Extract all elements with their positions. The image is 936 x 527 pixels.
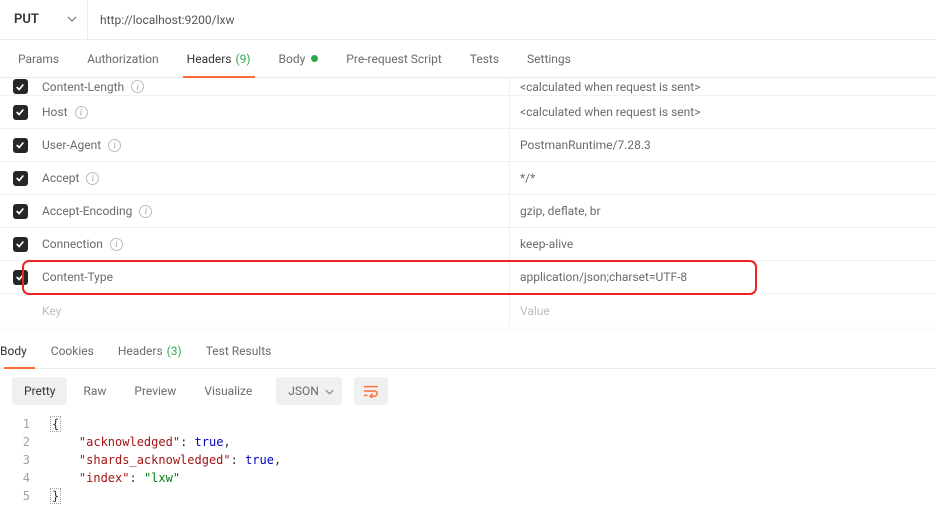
resp-tab-cookies[interactable]: Cookies	[39, 333, 106, 368]
info-icon: i	[139, 205, 152, 218]
method-select[interactable]: PUT	[0, 0, 88, 39]
response-view-bar: Pretty Raw Preview Visualize JSON	[0, 369, 936, 413]
view-raw[interactable]: Raw	[71, 377, 118, 405]
header-row[interactable]: Accept-Encoding i gzip, deflate, br	[0, 195, 936, 228]
header-value: PostmanRuntime/7.28.3	[520, 138, 651, 152]
header-key: Accept-Encoding	[42, 204, 132, 218]
tab-body[interactable]: Body	[265, 40, 333, 77]
chevron-down-icon	[67, 14, 77, 25]
info-icon: i	[75, 106, 88, 119]
header-key-placeholder: Key	[42, 304, 61, 318]
line-number: 4	[0, 471, 44, 485]
brace: }	[50, 488, 61, 504]
wrap-lines-button[interactable]	[354, 377, 388, 405]
header-key: Accept	[42, 171, 79, 185]
view-preview[interactable]: Preview	[122, 377, 188, 405]
resp-headers-count: (3)	[167, 344, 182, 358]
header-key: Connection	[42, 237, 103, 251]
tab-settings[interactable]: Settings	[513, 40, 585, 77]
info-icon: i	[86, 172, 99, 185]
resp-tab-body[interactable]: Body	[0, 333, 39, 368]
json-value: true	[245, 453, 274, 467]
view-visualize[interactable]: Visualize	[192, 377, 264, 405]
json-key: "index"	[79, 471, 130, 485]
format-label: JSON	[288, 384, 319, 398]
method-label: PUT	[14, 12, 39, 27]
format-select[interactable]: JSON	[276, 377, 342, 405]
response-body[interactable]: 1 { 2 "acknowledged": true, 3 "shards_ac…	[0, 413, 936, 517]
line-number: 2	[0, 435, 44, 449]
brace: {	[50, 416, 61, 432]
header-row-placeholder[interactable]: Key Value	[0, 294, 936, 327]
header-value-placeholder: Value	[520, 304, 550, 318]
line-number: 3	[0, 453, 44, 467]
header-value: <calculated when request is sent>	[520, 105, 700, 119]
response-section: Body Cookies Headers (3) Test Results Pr…	[0, 327, 936, 517]
checkbox-icon[interactable]	[13, 105, 28, 120]
tab-authorization[interactable]: Authorization	[73, 40, 173, 77]
info-icon: i	[110, 238, 123, 251]
json-value: true	[195, 435, 224, 449]
header-key: Content-Length	[42, 80, 124, 94]
header-row[interactable]: Content-Length i <calculated when reques…	[0, 78, 936, 96]
line-number: 5	[0, 489, 44, 503]
info-icon: i	[108, 139, 121, 152]
header-row[interactable]: Connection i keep-alive	[0, 228, 936, 261]
tab-headers[interactable]: Headers (9)	[173, 40, 265, 77]
body-dot-indicator	[311, 55, 318, 62]
request-tabs: Params Authorization Headers (9) Body Pr…	[0, 40, 936, 78]
header-value: keep-alive	[520, 237, 573, 251]
header-value: application/json;charset=UTF-8	[520, 270, 687, 284]
line-number: 1	[0, 417, 44, 431]
request-url-bar: PUT http://localhost:9200/lxw	[0, 0, 936, 40]
response-tabs: Body Cookies Headers (3) Test Results	[0, 333, 936, 369]
header-row[interactable]: User-Agent i PostmanRuntime/7.28.3	[0, 129, 936, 162]
header-row[interactable]: Accepti */*	[0, 162, 936, 195]
json-key: "acknowledged"	[79, 435, 180, 449]
header-value: gzip, deflate, br	[520, 204, 601, 218]
chevron-down-icon	[325, 384, 334, 398]
headers-count: (9)	[236, 52, 251, 66]
checkbox-icon[interactable]	[13, 79, 28, 94]
resp-tab-headers[interactable]: Headers (3)	[106, 333, 194, 368]
checkbox-icon[interactable]	[13, 171, 28, 186]
resp-tab-test-results[interactable]: Test Results	[194, 333, 284, 368]
header-key: User-Agent	[42, 138, 101, 152]
checkbox-icon[interactable]	[13, 237, 28, 252]
tab-tests[interactable]: Tests	[456, 40, 513, 77]
url-text: http://localhost:9200/lxw	[100, 13, 234, 27]
url-input[interactable]: http://localhost:9200/lxw	[88, 13, 936, 27]
header-key: Host	[42, 105, 68, 119]
checkbox-icon[interactable]	[13, 204, 28, 219]
header-row[interactable]: Content-Type application/json;charset=UT…	[0, 261, 936, 294]
view-pretty[interactable]: Pretty	[12, 377, 67, 405]
tab-pre-request[interactable]: Pre-request Script	[332, 40, 455, 77]
json-key: "shards_acknowledged"	[79, 453, 231, 467]
header-key: Content-Type	[42, 270, 113, 284]
tab-params[interactable]: Params	[4, 40, 73, 77]
json-value: "lxw"	[144, 471, 180, 485]
header-value: <calculated when request is sent>	[520, 80, 700, 94]
headers-table: Content-Length i <calculated when reques…	[0, 78, 936, 327]
info-icon: i	[131, 80, 144, 93]
header-row[interactable]: Hosti <calculated when request is sent>	[0, 96, 936, 129]
header-value: */*	[520, 171, 535, 185]
checkbox-icon[interactable]	[13, 138, 28, 153]
checkbox-icon[interactable]	[13, 270, 28, 285]
